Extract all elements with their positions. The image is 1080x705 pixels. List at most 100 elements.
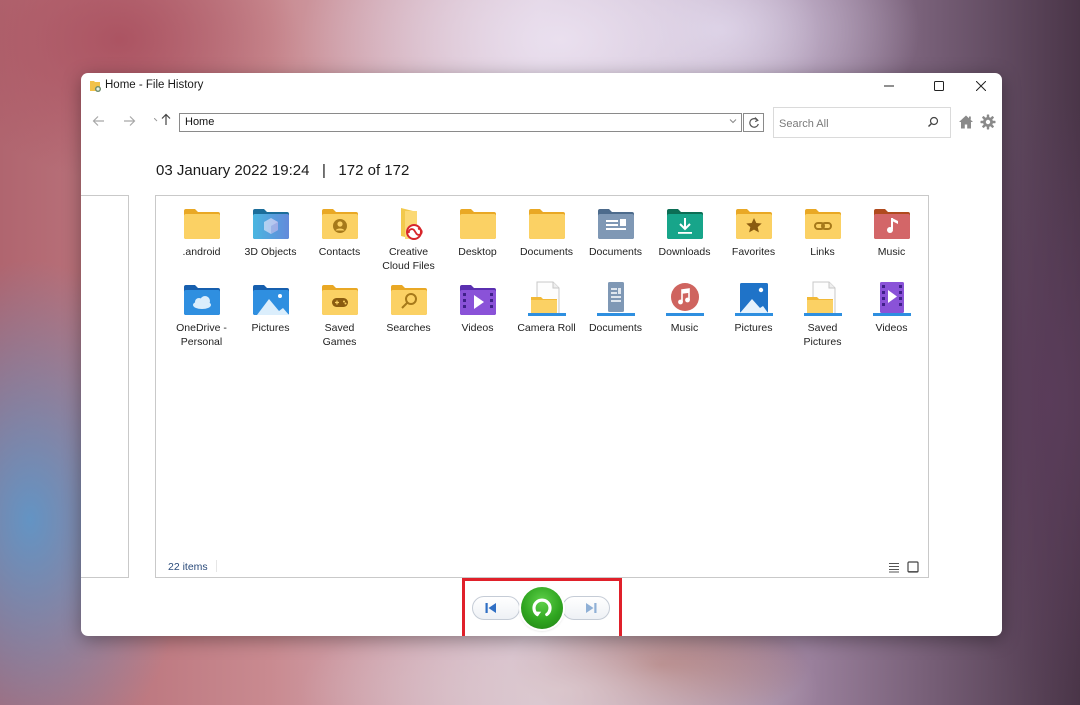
- home-icon[interactable]: [958, 114, 974, 130]
- file-item[interactable]: OneDrive - Personal: [167, 281, 236, 357]
- restore-button[interactable]: [521, 587, 563, 629]
- file-item-label: .android: [182, 246, 221, 258]
- camera-roll-library-icon: [527, 281, 566, 316]
- file-item[interactable]: Music: [857, 205, 926, 281]
- large-icons-view-icon[interactable]: [907, 561, 919, 573]
- searches-folder-icon: [390, 285, 427, 315]
- minimize-button[interactable]: [868, 73, 910, 99]
- folder-icon: [459, 209, 496, 239]
- close-button[interactable]: [960, 73, 1002, 99]
- file-item[interactable]: Documents: [581, 281, 650, 357]
- file-item[interactable]: Links: [788, 205, 857, 281]
- refresh-icon: [748, 117, 759, 128]
- file-item-label: Camera Roll: [517, 322, 576, 334]
- file-item-label: Creative Cloud Files: [382, 246, 435, 272]
- documents-library-icon: [596, 282, 635, 316]
- file-item-label: Saved Games: [322, 322, 357, 348]
- window-title: Home - File History: [105, 79, 204, 91]
- links-folder-icon: [804, 209, 841, 239]
- file-item-label: 3D Objects: [244, 246, 297, 258]
- file-item-label: Pictures: [734, 322, 773, 334]
- backup-date: 03 January 2022 19:24: [156, 162, 310, 179]
- saved-pictures-library-icon: [803, 281, 842, 316]
- skip-next-icon: [586, 603, 597, 613]
- file-item[interactable]: Music: [650, 281, 719, 357]
- 3d-objects-folder-icon: [252, 209, 289, 239]
- skip-previous-icon: [485, 603, 496, 613]
- file-item[interactable]: .android: [167, 205, 236, 281]
- version-info: 03 January 2022 19:24 | 172 of 172: [156, 162, 409, 179]
- gear-icon[interactable]: [980, 114, 996, 130]
- file-item-label: Music: [877, 246, 906, 258]
- minimize-icon: [884, 85, 894, 87]
- search-box[interactable]: [773, 107, 951, 138]
- file-item-label: Downloads: [658, 246, 711, 258]
- file-item[interactable]: Contacts: [305, 205, 374, 281]
- next-version-button[interactable]: [562, 596, 610, 620]
- file-item[interactable]: Saved Games: [305, 281, 374, 357]
- file-item-label: Favorites: [731, 246, 776, 258]
- file-item[interactable]: Videos: [857, 281, 926, 357]
- status-divider: [216, 560, 217, 572]
- pictures-library-icon: [734, 283, 773, 316]
- forward-arrow-icon: [124, 116, 136, 126]
- file-item-label: Saved Pictures: [803, 322, 842, 348]
- file-item[interactable]: 3D Objects: [236, 205, 305, 281]
- file-item[interactable]: Searches: [374, 281, 443, 357]
- address-text: Home: [185, 116, 215, 128]
- file-item-label: Contacts: [318, 246, 361, 258]
- chevron-down-icon: [153, 117, 158, 122]
- file-item[interactable]: Downloads: [650, 205, 719, 281]
- file-history-window: Home - File History Home Search All 03 J…: [81, 73, 1002, 636]
- info-separator: |: [321, 162, 326, 179]
- navigation-pane[interactable]: [81, 195, 129, 578]
- file-list-pane[interactable]: .android 3D Objects Contacts Creative Cloud…: [155, 195, 929, 578]
- file-item-label: Music: [670, 322, 699, 334]
- maximize-button[interactable]: [918, 73, 960, 99]
- documents-folder-icon: [597, 209, 634, 239]
- creative-cloud-folder-icon: [400, 208, 423, 240]
- file-item-label: Pictures: [251, 322, 290, 334]
- music-folder-icon: [873, 209, 910, 239]
- address-dropdown-button[interactable]: [729, 116, 737, 126]
- back-button[interactable]: [92, 114, 105, 130]
- forward-button[interactable]: [123, 114, 136, 130]
- file-grid: .android 3D Objects Contacts Creative Cloud…: [167, 205, 926, 357]
- search-input[interactable]: [777, 114, 921, 134]
- chevron-down-icon: [729, 119, 737, 124]
- file-history-app-icon: [90, 81, 101, 92]
- details-view-icon[interactable]: [888, 561, 900, 573]
- title-bar[interactable]: Home - File History: [81, 73, 1002, 99]
- back-arrow-icon: [92, 116, 104, 126]
- file-item[interactable]: Pictures: [719, 281, 788, 357]
- downloads-folder-icon: [666, 209, 703, 239]
- address-bar[interactable]: Home: [179, 113, 742, 132]
- file-item-label: Links: [810, 246, 835, 258]
- previous-version-button[interactable]: [472, 596, 520, 620]
- maximize-icon: [934, 81, 944, 91]
- up-button[interactable]: [161, 113, 171, 129]
- close-icon: [976, 81, 986, 91]
- contacts-folder-icon: [321, 209, 358, 239]
- file-item[interactable]: Creative Cloud Files: [374, 205, 443, 281]
- folder-icon: [183, 209, 220, 239]
- file-item-label: Documents: [588, 322, 643, 334]
- file-item[interactable]: Documents: [581, 205, 650, 281]
- file-item[interactable]: Desktop: [443, 205, 512, 281]
- file-item[interactable]: Camera Roll: [512, 281, 581, 357]
- file-item[interactable]: Saved Pictures: [788, 281, 857, 357]
- file-item[interactable]: Favorites: [719, 205, 788, 281]
- file-item-label: OneDrive - Personal: [176, 322, 227, 348]
- item-count: 22 items: [168, 561, 208, 573]
- version-position: 172 of 172: [338, 162, 410, 179]
- file-item[interactable]: Videos: [443, 281, 512, 357]
- recent-locations-button[interactable]: [153, 115, 158, 124]
- file-item[interactable]: Documents: [512, 205, 581, 281]
- refresh-button[interactable]: [743, 113, 764, 132]
- folder-icon: [528, 209, 565, 239]
- favorites-folder-icon: [735, 209, 772, 239]
- file-item[interactable]: Pictures: [236, 281, 305, 357]
- restore-arrow-icon: [532, 598, 552, 617]
- saved-games-folder-icon: [321, 285, 358, 315]
- search-icon[interactable]: [926, 115, 940, 129]
